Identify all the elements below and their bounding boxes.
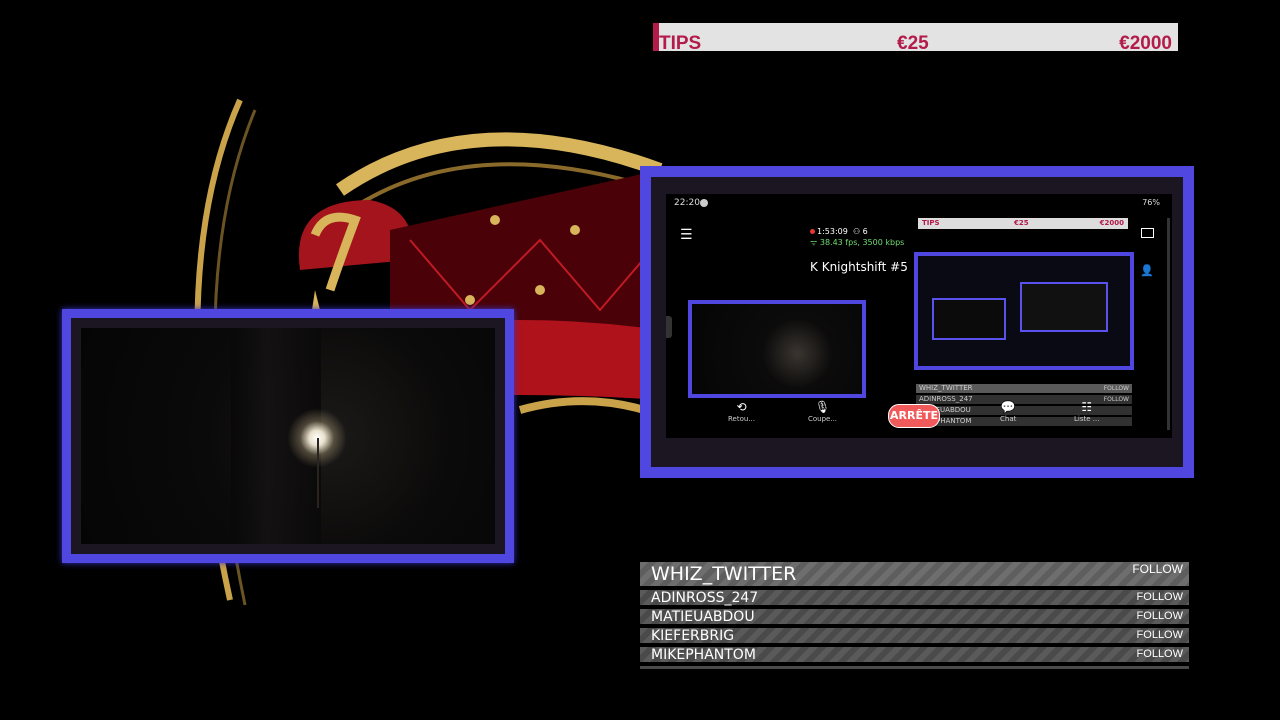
- viewer-count: 6: [862, 227, 868, 236]
- follow-badge: FOLLOW: [1132, 562, 1183, 576]
- list-icon: ☷: [1081, 400, 1093, 414]
- phone-screen: 22:20 76% ☰ 1:53:09 ⚇ 6 ᯤ 38.43 fps, 350…: [666, 194, 1172, 438]
- chat-label: Chat: [1000, 415, 1017, 423]
- list-button[interactable]: ☷ Liste ...: [1074, 400, 1099, 423]
- mute-button[interactable]: 🎙 Coupe...: [808, 400, 837, 423]
- webcam-view: [81, 328, 495, 544]
- phone-clock: 22:20: [674, 198, 700, 208]
- nested-capture-view: [918, 256, 1130, 366]
- tips-label: TIPS: [659, 33, 702, 51]
- mini-feed-row: ADINROSS_247 FOLLOW: [916, 395, 1132, 404]
- feed-row: KIEFERBRIG FOLLOW: [640, 628, 1189, 644]
- mini-feed-row: WHIZ_TWITTER FOLLOW: [916, 384, 1132, 393]
- scrollbar[interactable]: [1167, 218, 1170, 430]
- back-label: Retou...: [728, 415, 755, 423]
- mini-feed-row: MIKEPHANTOM: [916, 417, 1132, 426]
- stream-title-text: Knightshift #5: [821, 260, 908, 274]
- list-label: Liste ...: [1074, 415, 1100, 423]
- phone-webcam-preview: [688, 300, 866, 398]
- microphone-icon: 🎙: [814, 400, 831, 414]
- mini-tips-label: TIPS: [922, 219, 940, 227]
- feed-row-partial: [640, 666, 1189, 669]
- stop-stream-button[interactable]: ARRÊTE: [888, 404, 940, 428]
- tips-goal-bar: TIPS €25 €2000: [653, 23, 1178, 51]
- feed-row: MATIEUABDOU FOLLOW: [640, 609, 1189, 625]
- mini-feed-name: ADINROSS_247: [919, 395, 973, 403]
- recording-time: 1:53:09: [817, 227, 848, 236]
- viewers-icon: ⚇: [852, 227, 861, 236]
- mini-tips-goal: €2000: [1099, 219, 1124, 227]
- follow-badge: FOLLOW: [1136, 648, 1183, 660]
- mini-feed-name: WHIZ_TWITTER: [919, 384, 973, 392]
- recording-status: 1:53:09 ⚇ 6: [810, 227, 868, 236]
- feed-username: MATIEUABDOU: [651, 609, 755, 625]
- feed-username: KIEFERBRIG: [651, 628, 735, 644]
- feed-row: WHIZ_TWITTER FOLLOW: [640, 562, 1189, 586]
- feed-username: ADINROSS_247: [651, 590, 759, 606]
- webcam-frame-inner: [71, 318, 505, 554]
- phone-webcam-view: [692, 304, 862, 394]
- screen-icon[interactable]: [1141, 228, 1154, 238]
- nested-phone: [1020, 282, 1108, 332]
- mute-label: Coupe...: [808, 415, 838, 423]
- nested-webcam: [932, 298, 1006, 340]
- side-panel-handle[interactable]: [666, 316, 672, 338]
- wifi-icon: ᯤ: [810, 238, 818, 247]
- feed-row: ADINROSS_247 FOLLOW: [640, 590, 1189, 606]
- mini-tips-amount: €25: [1014, 219, 1029, 227]
- mini-follow-feed: WHIZ_TWITTER FOLLOW ADINROSS_247 FOLLOW MA…: [916, 384, 1132, 428]
- lamp-stand: [317, 438, 319, 508]
- follow-badge: FOLLOW: [1136, 591, 1183, 603]
- chat-button[interactable]: 💬 Chat: [1000, 400, 1016, 423]
- stream-title: K Knightshift #5: [810, 260, 908, 274]
- mini-tips-bar: TIPS €25 €2000: [918, 218, 1128, 229]
- kick-icon: K: [810, 260, 818, 274]
- follow-badge: FOLLOW: [1136, 629, 1183, 641]
- tips-amount: €25: [897, 33, 929, 51]
- back-button[interactable]: ⟲ Retou...: [728, 400, 755, 423]
- follow-feed: WHIZ_TWITTER FOLLOW ADINROSS_247 FOLLOW …: [640, 562, 1189, 669]
- phone-battery: 76%: [1142, 198, 1160, 207]
- nested-capture-preview: [914, 252, 1134, 370]
- follow-badge: FOLLOW: [1136, 610, 1183, 622]
- mini-feed-badge: FOLLOW: [1103, 385, 1129, 392]
- mini-feed-badge: FOLLOW: [1103, 396, 1129, 403]
- add-user-icon[interactable]: 👤: [1140, 264, 1154, 277]
- feed-row: MIKEPHANTOM FOLLOW: [640, 647, 1189, 663]
- stream-stats: ᯤ 38.43 fps, 3500 kbps: [810, 237, 904, 248]
- info-icon: [700, 199, 708, 207]
- tips-goal: €2000: [1119, 33, 1172, 51]
- recording-dot-icon: [810, 229, 815, 234]
- camera-flip-icon: ⟲: [736, 400, 747, 414]
- webcam-frame: [62, 309, 514, 563]
- feed-username: MIKEPHANTOM: [651, 647, 756, 663]
- menu-icon[interactable]: ☰: [680, 227, 693, 243]
- mini-feed-row: MATIEUABDOU: [916, 406, 1132, 415]
- stream-stats-text: 38.43 fps, 3500 kbps: [819, 238, 905, 247]
- feed-username: WHIZ_TWITTER: [651, 563, 797, 585]
- chat-icon: 💬: [1000, 400, 1016, 414]
